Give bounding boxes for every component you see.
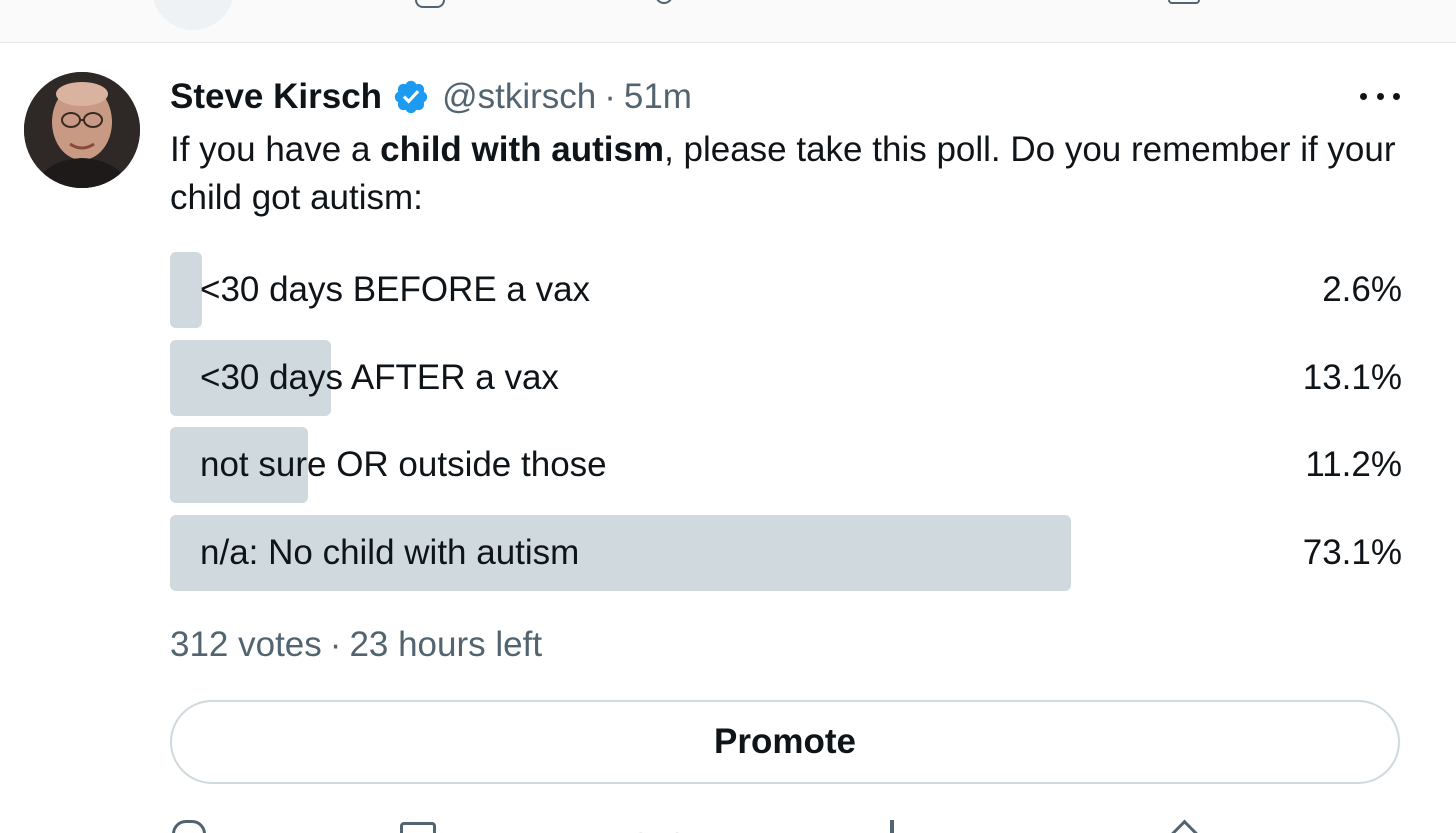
header-separator: ·: [604, 77, 616, 116]
poll-option[interactable]: n/a: No child with autism 73.1%: [170, 515, 1402, 591]
poll-option-percent: 13.1%: [1302, 358, 1402, 397]
poll-option[interactable]: <30 days AFTER a vax 13.1%: [170, 340, 1402, 416]
author-name[interactable]: Steve Kirsch: [170, 77, 382, 117]
poll-vote-count: 312 votes: [170, 625, 322, 664]
poll-meta-separator: ·: [329, 625, 342, 664]
poll-option[interactable]: <30 days BEFORE a vax 2.6%: [170, 252, 1402, 328]
poll-option-label: <30 days AFTER a vax: [200, 358, 559, 397]
more-options-icon[interactable]: [1360, 84, 1400, 108]
tweet-timestamp[interactable]: 51m: [624, 77, 692, 117]
retweet-icon[interactable]: [415, 0, 445, 8]
poll-option-percent: 2.6%: [1322, 270, 1402, 309]
poll-result-bar: [170, 252, 202, 328]
tweet-header: Steve Kirsch @stkirsch · 51m: [170, 74, 692, 120]
avatar-photo: [24, 72, 140, 188]
poll-option[interactable]: not sure OR outside those 11.2%: [170, 427, 1402, 503]
tweet-action-bar: [0, 814, 1456, 833]
like-icon[interactable]: [640, 820, 676, 833]
like-icon[interactable]: [655, 0, 673, 4]
retweet-icon[interactable]: [398, 820, 436, 833]
poll-option-label: <30 days BEFORE a vax: [200, 270, 591, 309]
tweet-text-bold: child with autism: [380, 130, 665, 169]
promote-button[interactable]: Promote: [170, 700, 1400, 784]
like-action[interactable]: [640, 820, 676, 833]
poll-option-percent: 11.2%: [1305, 445, 1402, 484]
share-icon[interactable]: [1168, 0, 1200, 4]
verified-badge-icon[interactable]: [392, 78, 430, 116]
tweet-text: If you have a child with autism, please …: [170, 126, 1410, 222]
share-icon[interactable]: [1166, 820, 1202, 833]
poll-option-label: n/a: No child with autism: [200, 533, 580, 572]
poll-meta: 312 votes · 23 hours left: [170, 622, 542, 668]
reply-action[interactable]: [172, 820, 206, 833]
retweet-action[interactable]: [398, 820, 436, 833]
poll-option-label: not sure OR outside those: [200, 445, 607, 484]
tweet-text-part1: If you have a: [170, 130, 381, 169]
reply-icon[interactable]: [172, 820, 206, 833]
media-play-button[interactable]: [152, 0, 234, 30]
views-icon[interactable]: [876, 820, 912, 833]
poll-option-percent: 73.1%: [1302, 533, 1402, 572]
views-action[interactable]: [876, 820, 912, 833]
author-handle[interactable]: @stkirsch: [442, 77, 596, 117]
avatar[interactable]: [24, 72, 140, 188]
share-action[interactable]: [1166, 820, 1202, 833]
poll-time-left: 23 hours left: [349, 625, 543, 664]
previous-tweet-action-bar: [0, 0, 1456, 43]
